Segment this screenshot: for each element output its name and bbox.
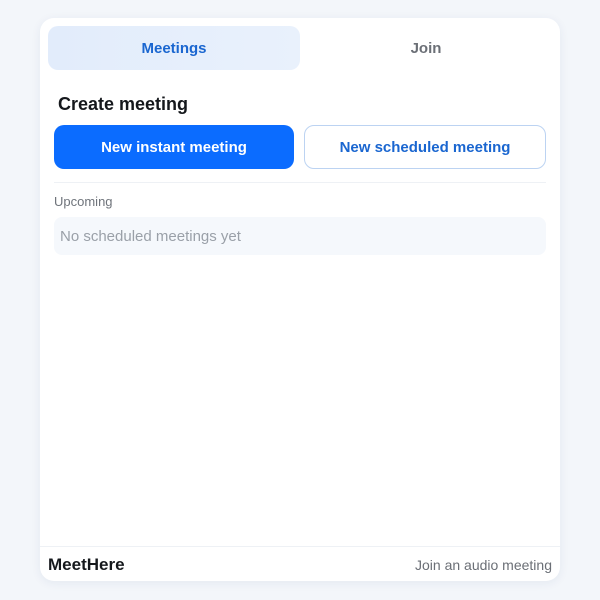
section-divider <box>54 182 546 183</box>
footer-divider <box>40 546 560 547</box>
tab-bar: Meetings Join <box>48 26 552 70</box>
join-audio-meeting-link[interactable]: Join an audio meeting <box>415 557 552 573</box>
meetings-panel: Meetings Join Create meeting New instant… <box>40 18 560 581</box>
tab-join[interactable]: Join <box>300 26 552 70</box>
tab-meetings[interactable]: Meetings <box>48 26 300 70</box>
upcoming-empty-state: No scheduled meetings yet <box>54 217 546 255</box>
create-meeting-heading: Create meeting <box>58 94 189 114</box>
new-instant-meeting-button[interactable]: New instant meeting <box>54 125 294 169</box>
create-buttons: New instant meeting New scheduled meetin… <box>54 125 546 169</box>
brand-logo-text: MeetHere <box>48 555 125 574</box>
upcoming-label: Upcoming <box>54 194 113 209</box>
new-scheduled-meeting-button[interactable]: New scheduled meeting <box>304 125 546 169</box>
